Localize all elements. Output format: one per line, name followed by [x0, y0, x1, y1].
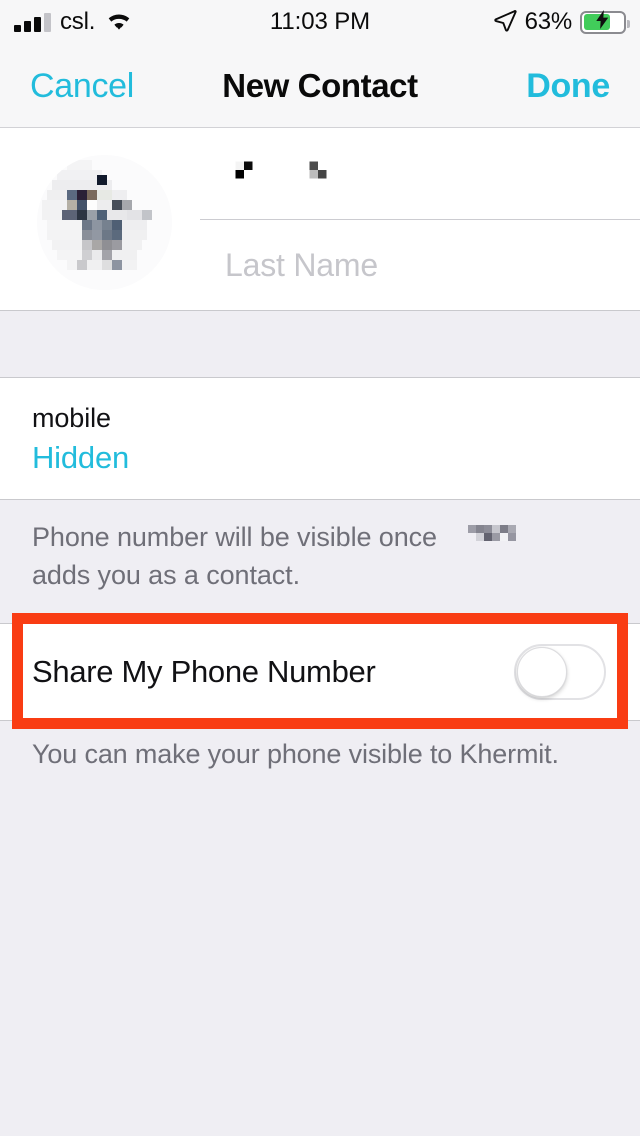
- location-arrow-icon: [493, 8, 517, 37]
- phone-row[interactable]: mobile Hidden: [0, 378, 640, 500]
- empty-area: [0, 780, 640, 1136]
- contact-photo-avatar[interactable]: [37, 155, 172, 290]
- section-gap: [0, 311, 640, 378]
- toggle-knob: [517, 647, 567, 697]
- battery-percentage: 63%: [524, 8, 573, 35]
- clock: 11:03 PM: [269, 8, 371, 35]
- done-button[interactable]: Done: [526, 69, 610, 103]
- contact-name-section: Last Name: [0, 128, 640, 311]
- share-phone-note-text: You can make your phone visible to Kherm…: [32, 739, 559, 769]
- share-phone-note: You can make your phone visible to Kherm…: [0, 729, 640, 772]
- battery-icon: [580, 10, 630, 34]
- phone-value[interactable]: Hidden: [32, 436, 129, 481]
- contact-name-redaction: [459, 517, 525, 558]
- phone-visibility-note-line1: Phone number will be visible once: [32, 517, 610, 558]
- name-fields: Last Name: [200, 128, 640, 311]
- last-name-placeholder: Last Name: [225, 247, 378, 283]
- share-my-phone-number-label: Share My Phone Number: [32, 654, 376, 689]
- status-bar-left: csl.: [14, 8, 134, 37]
- phone-visibility-note-line2: adds you as a contact.: [32, 559, 300, 590]
- iphone-screen: csl. 11:03 PM 63% Cancel New Contact Don…: [0, 0, 640, 1136]
- pixelated-avatar-image: [37, 155, 172, 290]
- phone-visibility-note: Phone number will be visible once adds y…: [0, 500, 640, 615]
- status-bar: csl. 11:03 PM 63%: [0, 0, 640, 44]
- navigation-bar: Cancel New Contact Done: [0, 44, 640, 128]
- first-name-field[interactable]: [200, 128, 640, 220]
- phone-label: mobile: [32, 403, 111, 433]
- carrier-name: csl.: [60, 8, 96, 35]
- status-bar-right: 63%: [493, 8, 630, 37]
- phone-visibility-note-text1: Phone number will be visible once: [32, 522, 437, 552]
- cancel-button[interactable]: Cancel: [30, 69, 134, 103]
- wifi-icon: [104, 10, 134, 37]
- cellular-signal-icon: [14, 12, 51, 32]
- last-name-field[interactable]: Last Name: [200, 220, 640, 311]
- share-my-phone-number-row[interactable]: Share My Phone Number: [0, 623, 640, 721]
- first-name-redaction: [200, 152, 337, 187]
- share-my-phone-number-toggle[interactable]: [514, 644, 606, 700]
